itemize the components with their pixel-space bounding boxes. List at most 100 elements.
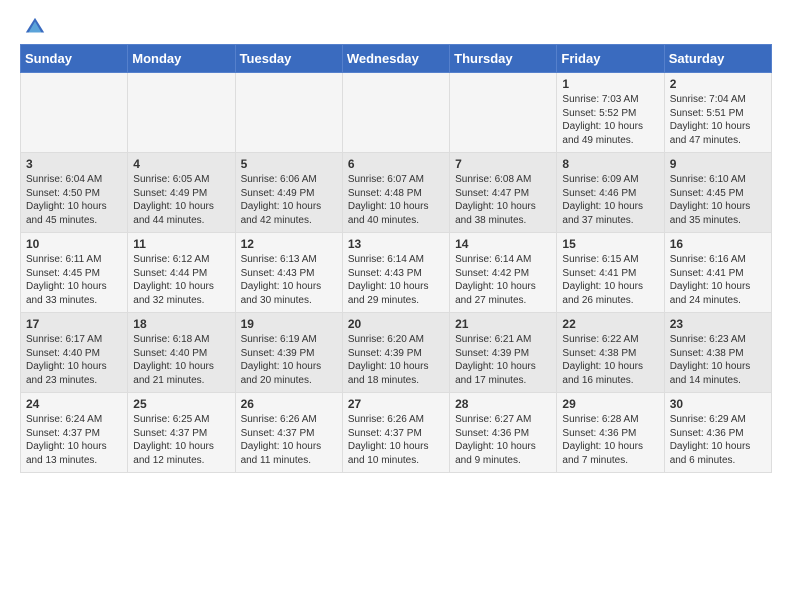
day-info: Sunrise: 6:27 AM Sunset: 4:36 PM Dayligh… (455, 413, 551, 467)
day-number: 30 (670, 397, 766, 411)
day-info: Sunrise: 6:14 AM Sunset: 4:42 PM Dayligh… (455, 253, 551, 307)
day-number: 12 (241, 237, 337, 251)
day-number: 1 (562, 77, 658, 91)
day-number: 7 (455, 157, 551, 171)
day-info: Sunrise: 6:05 AM Sunset: 4:49 PM Dayligh… (133, 173, 229, 227)
day-info: Sunrise: 6:17 AM Sunset: 4:40 PM Dayligh… (26, 333, 122, 387)
day-number: 22 (562, 317, 658, 331)
day-number: 6 (348, 157, 444, 171)
day-number: 27 (348, 397, 444, 411)
day-number: 16 (670, 237, 766, 251)
day-info: Sunrise: 6:18 AM Sunset: 4:40 PM Dayligh… (133, 333, 229, 387)
calendar-cell: 15 Sunrise: 6:15 AM Sunset: 4:41 PM Dayli… (557, 233, 664, 313)
day-number: 13 (348, 237, 444, 251)
calendar-cell: 14 Sunrise: 6:14 AM Sunset: 4:42 PM Dayli… (450, 233, 557, 313)
calendar-week-row: 1 Sunrise: 7:03 AM Sunset: 5:52 PM Daylig… (21, 73, 772, 153)
calendar-cell: 9 Sunrise: 6:10 AM Sunset: 4:45 PM Daylig… (664, 153, 771, 233)
day-info: Sunrise: 6:10 AM Sunset: 4:45 PM Dayligh… (670, 173, 766, 227)
weekday-header-monday: Monday (128, 45, 235, 73)
day-number: 9 (670, 157, 766, 171)
calendar-cell: 23 Sunrise: 6:23 AM Sunset: 4:38 PM Dayli… (664, 313, 771, 393)
weekday-header-saturday: Saturday (664, 45, 771, 73)
day-info: Sunrise: 6:21 AM Sunset: 4:39 PM Dayligh… (455, 333, 551, 387)
day-info: Sunrise: 7:04 AM Sunset: 5:51 PM Dayligh… (670, 93, 766, 147)
day-info: Sunrise: 6:22 AM Sunset: 4:38 PM Dayligh… (562, 333, 658, 387)
day-info: Sunrise: 6:09 AM Sunset: 4:46 PM Dayligh… (562, 173, 658, 227)
calendar-cell: 10 Sunrise: 6:11 AM Sunset: 4:45 PM Dayli… (21, 233, 128, 313)
day-number: 2 (670, 77, 766, 91)
day-number: 28 (455, 397, 551, 411)
calendar-week-row: 24 Sunrise: 6:24 AM Sunset: 4:37 PM Dayli… (21, 393, 772, 473)
header (20, 16, 772, 34)
calendar-cell: 24 Sunrise: 6:24 AM Sunset: 4:37 PM Dayli… (21, 393, 128, 473)
calendar-cell: 16 Sunrise: 6:16 AM Sunset: 4:41 PM Dayli… (664, 233, 771, 313)
day-number: 21 (455, 317, 551, 331)
calendar-cell: 7 Sunrise: 6:08 AM Sunset: 4:47 PM Daylig… (450, 153, 557, 233)
day-info: Sunrise: 6:16 AM Sunset: 4:41 PM Dayligh… (670, 253, 766, 307)
day-info: Sunrise: 6:24 AM Sunset: 4:37 PM Dayligh… (26, 413, 122, 467)
day-number: 4 (133, 157, 229, 171)
day-info: Sunrise: 6:26 AM Sunset: 4:37 PM Dayligh… (241, 413, 337, 467)
day-number: 18 (133, 317, 229, 331)
calendar-cell: 4 Sunrise: 6:05 AM Sunset: 4:49 PM Daylig… (128, 153, 235, 233)
calendar-cell: 29 Sunrise: 6:28 AM Sunset: 4:36 PM Dayli… (557, 393, 664, 473)
day-info: Sunrise: 6:26 AM Sunset: 4:37 PM Dayligh… (348, 413, 444, 467)
day-info: Sunrise: 6:12 AM Sunset: 4:44 PM Dayligh… (133, 253, 229, 307)
day-info: Sunrise: 6:25 AM Sunset: 4:37 PM Dayligh… (133, 413, 229, 467)
day-number: 5 (241, 157, 337, 171)
calendar-cell: 11 Sunrise: 6:12 AM Sunset: 4:44 PM Dayli… (128, 233, 235, 313)
calendar-cell: 12 Sunrise: 6:13 AM Sunset: 4:43 PM Dayli… (235, 233, 342, 313)
day-info: Sunrise: 6:15 AM Sunset: 4:41 PM Dayligh… (562, 253, 658, 307)
day-number: 26 (241, 397, 337, 411)
day-info: Sunrise: 7:03 AM Sunset: 5:52 PM Dayligh… (562, 93, 658, 147)
day-number: 20 (348, 317, 444, 331)
weekday-header-sunday: Sunday (21, 45, 128, 73)
calendar-cell (21, 73, 128, 153)
day-info: Sunrise: 6:04 AM Sunset: 4:50 PM Dayligh… (26, 173, 122, 227)
day-info: Sunrise: 6:28 AM Sunset: 4:36 PM Dayligh… (562, 413, 658, 467)
day-number: 23 (670, 317, 766, 331)
day-info: Sunrise: 6:07 AM Sunset: 4:48 PM Dayligh… (348, 173, 444, 227)
calendar-cell: 18 Sunrise: 6:18 AM Sunset: 4:40 PM Dayli… (128, 313, 235, 393)
calendar-cell: 1 Sunrise: 7:03 AM Sunset: 5:52 PM Daylig… (557, 73, 664, 153)
calendar-cell: 17 Sunrise: 6:17 AM Sunset: 4:40 PM Dayli… (21, 313, 128, 393)
calendar-cell: 8 Sunrise: 6:09 AM Sunset: 4:46 PM Daylig… (557, 153, 664, 233)
calendar-cell: 3 Sunrise: 6:04 AM Sunset: 4:50 PM Daylig… (21, 153, 128, 233)
calendar-cell: 19Sunrise: 6:19 AM Sunset: 4:39 PM Dayli… (235, 313, 342, 393)
weekday-header-wednesday: Wednesday (342, 45, 449, 73)
day-number: 15 (562, 237, 658, 251)
calendar-cell (342, 73, 449, 153)
day-number: 3 (26, 157, 122, 171)
calendar-cell: 28 Sunrise: 6:27 AM Sunset: 4:36 PM Dayli… (450, 393, 557, 473)
day-number: 10 (26, 237, 122, 251)
day-info: Sunrise: 6:06 AM Sunset: 4:49 PM Dayligh… (241, 173, 337, 227)
day-number: 25 (133, 397, 229, 411)
calendar-cell: 20 Sunrise: 6:20 AM Sunset: 4:39 PM Dayli… (342, 313, 449, 393)
day-number: 14 (455, 237, 551, 251)
day-info: Sunrise: 6:08 AM Sunset: 4:47 PM Dayligh… (455, 173, 551, 227)
weekday-header-row: SundayMondayTuesdayWednesdayThursdayFrid… (21, 45, 772, 73)
calendar-week-row: 17 Sunrise: 6:17 AM Sunset: 4:40 PM Dayli… (21, 313, 772, 393)
calendar-week-row: 3 Sunrise: 6:04 AM Sunset: 4:50 PM Daylig… (21, 153, 772, 233)
logo (20, 16, 46, 34)
calendar-cell (450, 73, 557, 153)
logo-icon (24, 16, 46, 38)
day-number: 8 (562, 157, 658, 171)
day-info: Sunrise: 6:19 AM Sunset: 4:39 PM Dayligh… (241, 333, 337, 387)
calendar-cell: 6 Sunrise: 6:07 AM Sunset: 4:48 PM Daylig… (342, 153, 449, 233)
day-number: 29 (562, 397, 658, 411)
day-number: 24 (26, 397, 122, 411)
calendar-cell: 13 Sunrise: 6:14 AM Sunset: 4:43 PM Dayli… (342, 233, 449, 313)
day-info: Sunrise: 6:13 AM Sunset: 4:43 PM Dayligh… (241, 253, 337, 307)
day-info: Sunrise: 6:14 AM Sunset: 4:43 PM Dayligh… (348, 253, 444, 307)
calendar-cell: 26 Sunrise: 6:26 AM Sunset: 4:37 PM Dayli… (235, 393, 342, 473)
calendar-cell: 25 Sunrise: 6:25 AM Sunset: 4:37 PM Dayli… (128, 393, 235, 473)
day-number: 17 (26, 317, 122, 331)
day-info: Sunrise: 6:20 AM Sunset: 4:39 PM Dayligh… (348, 333, 444, 387)
day-info: Sunrise: 6:23 AM Sunset: 4:38 PM Dayligh… (670, 333, 766, 387)
calendar-week-row: 10 Sunrise: 6:11 AM Sunset: 4:45 PM Dayli… (21, 233, 772, 313)
calendar-cell: 30Sunrise: 6:29 AM Sunset: 4:36 PM Dayli… (664, 393, 771, 473)
day-info: Sunrise: 6:11 AM Sunset: 4:45 PM Dayligh… (26, 253, 122, 307)
day-number: 11 (133, 237, 229, 251)
weekday-header-friday: Friday (557, 45, 664, 73)
